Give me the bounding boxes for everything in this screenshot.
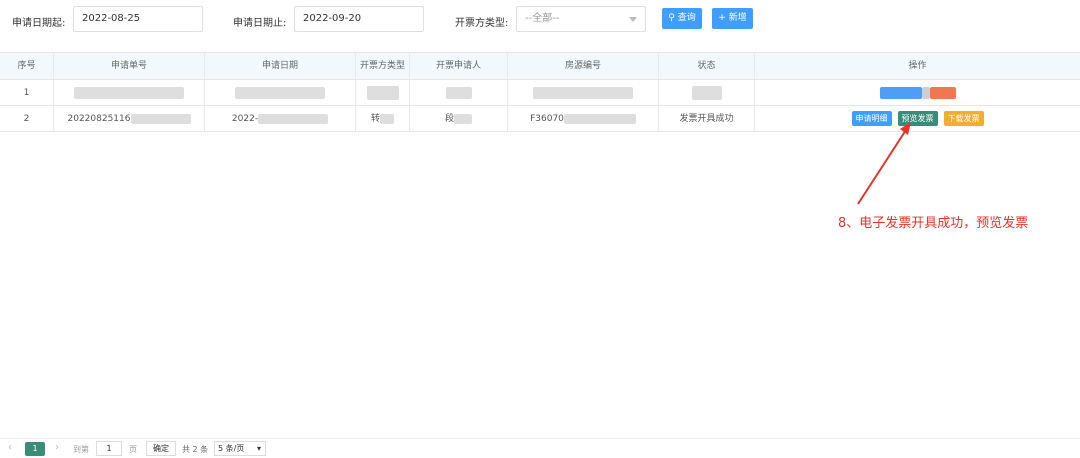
goto-confirm-button[interactable]: 确定 [146, 441, 176, 456]
page-size-select[interactable]: 5 条/页 ▾ [214, 441, 266, 456]
total-count: 共 2 条 [182, 445, 209, 454]
chevron-down-icon: ▾ [256, 444, 261, 453]
goto-page-input[interactable]: 1 [96, 441, 122, 456]
chevron-left-icon[interactable]: ‹ [8, 442, 12, 453]
page-number-current[interactable]: 1 [25, 442, 45, 456]
chevron-right-icon[interactable]: › [55, 442, 59, 453]
goto-label: 到第 [73, 445, 89, 454]
annotation-text: 8、电子发票开具成功，预览发票 [838, 216, 1029, 231]
page-unit-label: 页 [129, 445, 137, 454]
page-size-value: 5 条/页 [218, 444, 245, 453]
pagination: ‹ 1 › 到第 1 页 确定 共 2 条 5 条/页 ▾ [0, 438, 1080, 458]
